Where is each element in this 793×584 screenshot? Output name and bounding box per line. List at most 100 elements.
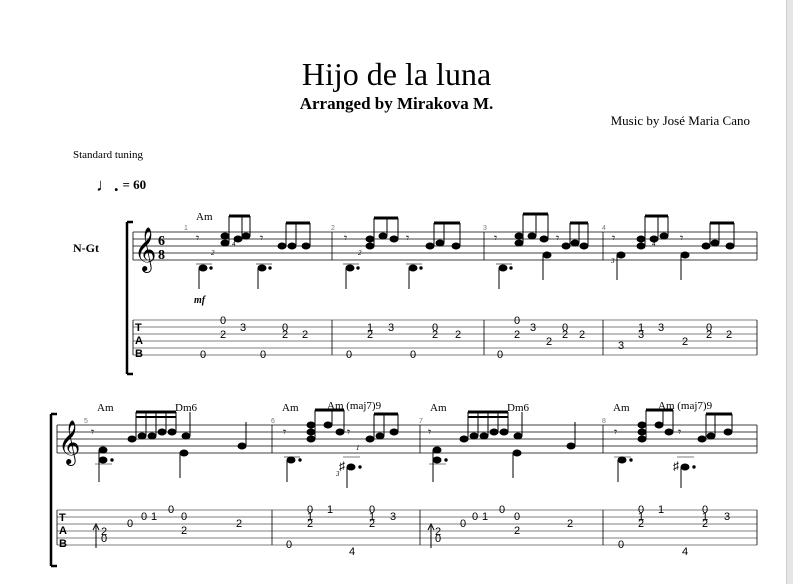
svg-text:3: 3	[610, 257, 615, 265]
svg-text:𝄾: 𝄾	[260, 231, 263, 245]
tab-fret: 0	[168, 504, 174, 516]
tab-fret: 0	[260, 349, 266, 361]
tab-fret: 2	[682, 336, 688, 348]
chord-name: Am	[282, 402, 299, 414]
tab-fret: 2	[455, 329, 461, 341]
barlines-1	[132, 232, 758, 355]
svg-text:𝄾: 𝄾	[428, 425, 431, 439]
notes-measure-2: 𝄾 𝄾 2	[343, 216, 461, 289]
svg-text:4: 4	[232, 240, 236, 248]
tab-fret: 2	[432, 329, 438, 341]
tab-fret: 0	[346, 349, 352, 361]
tab-label-a: A	[59, 525, 67, 537]
tab-fret: 2	[579, 329, 585, 341]
tab-fret: 0	[514, 511, 520, 523]
tab-numbers-system-1: 0 2 0 3 0 2 0 2 1 2 0 3 0 2 0 2 0 2 0 3 …	[200, 315, 732, 361]
tab-fret: 0	[181, 511, 187, 523]
measure-number: 6	[271, 418, 275, 425]
tab-staff-2	[57, 509, 757, 546]
tab-fret: 0	[200, 349, 206, 361]
score-page: Hijo de la luna Arranged by Mirakova M. …	[0, 0, 786, 584]
tab-fret: 2	[638, 518, 644, 530]
tab-fret: 2	[514, 329, 520, 341]
tab-fret: 2	[546, 336, 552, 348]
svg-text:4: 4	[652, 240, 656, 248]
measure-number: 7	[419, 418, 423, 425]
svg-text:3: 3	[335, 470, 340, 478]
system-2: 𝄞 T A B 5 6 7 8 Am Dm6 Am Am (maj7)9 Am …	[49, 400, 758, 568]
svg-text:𝄾: 𝄾	[283, 425, 286, 439]
treble-clef-icon: 𝄞	[58, 420, 80, 466]
time-sig-bottom: 8	[158, 248, 165, 263]
tab-fret: 0	[499, 504, 505, 516]
svg-text:𝄾: 𝄾	[678, 425, 681, 439]
tab-fret: 0	[460, 518, 466, 530]
scrollbar-track[interactable]	[786, 0, 793, 584]
svg-text:𝄾: 𝄾	[556, 231, 559, 245]
tab-fret: 2	[514, 525, 520, 537]
time-sig-top: 6	[158, 234, 165, 249]
tab-fret: 3	[388, 322, 394, 334]
tab-fret: 0	[101, 533, 107, 545]
tab-fret: 1	[658, 504, 664, 516]
chord-name: Am	[430, 402, 447, 414]
tab-fret: 2	[367, 329, 373, 341]
tab-fret: 3	[658, 322, 664, 334]
tab-fret: 4	[349, 546, 355, 558]
tab-fret: 1	[327, 504, 333, 516]
treble-clef-icon: 𝄞	[134, 227, 156, 273]
tab-label-t: T	[135, 322, 142, 334]
tab-fret: 1	[369, 511, 375, 523]
tab-fret: 3	[390, 511, 396, 523]
chord-name: Am	[97, 402, 114, 414]
svg-text:𝄾: 𝄾	[680, 231, 683, 245]
svg-text:𝄾: 𝄾	[614, 425, 617, 439]
measure-number: 4	[602, 225, 606, 232]
tab-fret: 2	[307, 518, 313, 530]
svg-text:♯: ♯	[339, 459, 345, 473]
notes-measure-5: 𝄾	[91, 410, 247, 482]
tab-fret: 2	[282, 329, 288, 341]
dynamic-marking: mf	[194, 295, 207, 306]
system-1: 𝄞 6 8 T A B 1 2 3 4 Am mf 𝄾 𝄾 2 4 𝄾 𝄾 2 …	[125, 211, 758, 376]
svg-text:♯: ♯	[673, 459, 679, 473]
tab-fret: 3	[530, 322, 536, 334]
tab-fret: 2	[706, 329, 712, 341]
svg-text:𝄾: 𝄾	[347, 425, 350, 439]
tab-fret: 0	[410, 349, 416, 361]
svg-text:1: 1	[356, 444, 360, 452]
system-bracket	[125, 220, 133, 376]
tab-fret: 2	[302, 329, 308, 341]
svg-text:2: 2	[358, 249, 362, 257]
tab-fret: 0	[127, 518, 133, 530]
tab-label-a: A	[135, 335, 143, 347]
tab-fret: 2	[726, 329, 732, 341]
arpeggio-arrow-icon	[427, 522, 435, 548]
tab-fret: 1	[151, 511, 157, 523]
tab-fret: 0	[220, 315, 226, 327]
chord-name: Dm6	[507, 402, 530, 414]
chord-name: Am	[613, 402, 630, 414]
tab-fret: 0	[618, 539, 624, 551]
tab-fret: 3	[618, 340, 624, 352]
tab-fret: 0	[514, 315, 520, 327]
tab-fret: 0	[286, 539, 292, 551]
tab-label-b: B	[59, 538, 67, 550]
tab-fret: 3	[638, 329, 644, 341]
svg-text:𝄾: 𝄾	[196, 231, 199, 245]
tab-fret: 2	[562, 329, 568, 341]
tab-fret: 0	[141, 511, 147, 523]
tab-fret: 3	[240, 322, 246, 334]
tab-fret: 2	[181, 525, 187, 537]
tab-fret: 0	[435, 533, 441, 545]
measure-number: 3	[483, 225, 487, 232]
tab-label-b: B	[135, 348, 143, 360]
notes-measure-6: 𝄾 𝄾 ♯ 1 3	[283, 408, 399, 488]
measure-number: 8	[602, 418, 606, 425]
notes-measure-1: 𝄾 𝄾 2 4	[196, 214, 311, 289]
arpeggio-arrow-icon	[92, 522, 100, 548]
notes-measure-8: 𝄾 𝄾 ♯	[614, 408, 733, 488]
tab-fret: 2	[567, 518, 573, 530]
measure-number: 2	[331, 225, 335, 232]
svg-text:𝄾: 𝄾	[344, 231, 347, 245]
